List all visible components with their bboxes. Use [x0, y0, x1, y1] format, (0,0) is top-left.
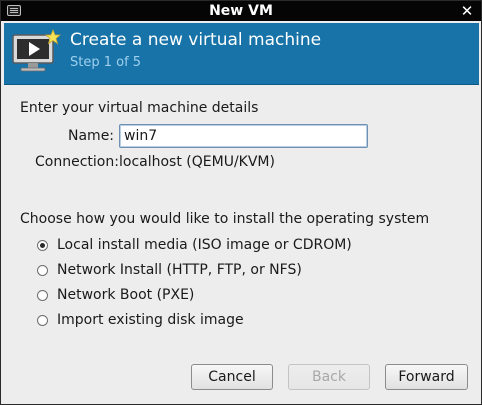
install-option-local-media[interactable]: Local install media (ISO image or CDROM): [37, 235, 352, 255]
name-label: Name:: [68, 128, 115, 144]
radio-button-selected[interactable]: [37, 239, 48, 251]
install-option-network-boot[interactable]: Network Boot (PXE): [37, 285, 194, 305]
install-option-label: Network Install (HTTP, FTP, or NFS): [57, 262, 302, 278]
new-vm-window: New VM ✕ Create a new virtual machine St…: [0, 0, 482, 405]
install-method-section-label: Choose how you would like to install the…: [20, 211, 430, 227]
details-section-label: Enter your virtual machine details: [20, 100, 259, 116]
radio-button[interactable]: [37, 264, 48, 276]
radio-button[interactable]: [37, 289, 48, 301]
connection-value: localhost (QEMU/KVM): [119, 154, 275, 170]
window-title: New VM: [209, 3, 273, 19]
forward-button[interactable]: Forward: [385, 364, 468, 390]
radio-button[interactable]: [37, 314, 48, 326]
wizard-banner: Create a new virtual machine Step 1 of 5: [4, 23, 479, 85]
window-titlebar[interactable]: New VM ✕: [1, 1, 481, 21]
install-option-import-disk[interactable]: Import existing disk image: [37, 310, 244, 330]
install-option-label: Network Boot (PXE): [57, 287, 195, 303]
name-input[interactable]: [119, 124, 368, 148]
wizard-step-indicator: Step 1 of 5: [70, 55, 142, 70]
wizard-heading: Create a new virtual machine: [70, 30, 322, 50]
install-option-network-install[interactable]: Network Install (HTTP, FTP, or NFS): [37, 260, 302, 280]
cancel-button[interactable]: Cancel: [191, 364, 273, 390]
back-button[interactable]: Back: [288, 364, 370, 390]
virtual-machine-icon: [12, 29, 61, 72]
wizard-content: Enter your virtual machine details Name:…: [1, 85, 481, 403]
install-option-label: Import existing disk image: [57, 312, 244, 328]
install-option-label: Local install media (ISO image or CDROM): [57, 237, 352, 253]
close-icon[interactable]: ✕: [459, 1, 475, 21]
connection-label: Connection:: [35, 154, 119, 170]
